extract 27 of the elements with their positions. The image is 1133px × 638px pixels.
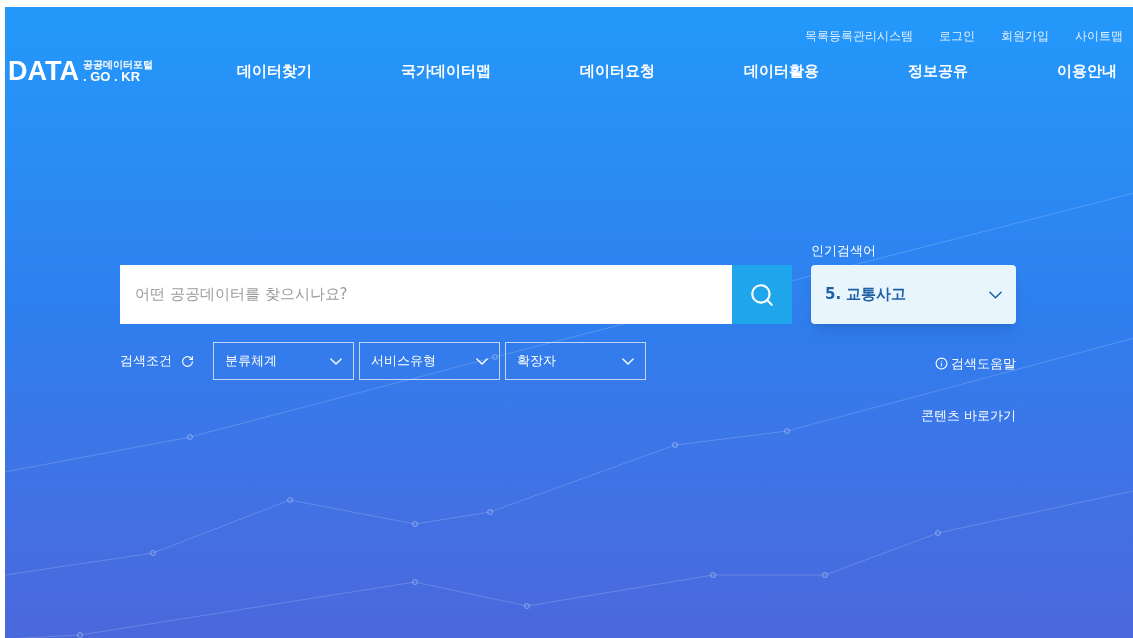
search-button[interactable] <box>732 265 792 324</box>
nav-menu-item[interactable]: 데이터찾기 <box>237 59 312 83</box>
content-shortcut-link[interactable]: 콘텐츠 바로가기 <box>920 405 1016 425</box>
chevron-down-icon <box>330 357 342 365</box>
search-icon <box>749 281 775 308</box>
nav-menu-item[interactable]: 데이터활용 <box>744 59 819 83</box>
filter-dropdown[interactable]: 분류체계 <box>213 342 354 380</box>
nav-menu-item[interactable]: 데이터요청 <box>580 59 655 83</box>
search-help-link[interactable]: 검색도움말 <box>935 354 1016 374</box>
popular-label: 인기검색어 <box>811 242 877 260</box>
chevron-down-icon <box>476 357 488 365</box>
filter-dropdown[interactable]: 확장자 <box>505 342 646 380</box>
utility-link[interactable]: 사이트맵 <box>1075 27 1123 45</box>
nav-menu-item[interactable]: 이용안내 <box>1057 59 1117 83</box>
utility-link[interactable]: 로그인 <box>939 27 975 45</box>
filter-label: 검색조건 <box>120 352 173 371</box>
search-field[interactable]: 어떤 공공데이터를 찾으시나요? <box>120 265 732 324</box>
chevron-down-icon <box>622 357 634 365</box>
popular-keyword-dropdown[interactable]: 5. 교통사고 <box>811 265 1016 324</box>
info-icon <box>935 357 948 371</box>
filter-dropdown[interactable]: 서비스유형 <box>359 342 500 380</box>
chevron-down-icon <box>989 290 1002 299</box>
utility-link[interactable]: 회원가입 <box>1001 27 1049 45</box>
nav-menu-item[interactable]: 정보공유 <box>908 59 968 83</box>
utility-link[interactable]: 목록등록관리시스템 <box>805 27 913 45</box>
reset-icon[interactable] <box>181 354 194 368</box>
nav-menu-item[interactable]: 국가데이터맵 <box>401 59 491 83</box>
